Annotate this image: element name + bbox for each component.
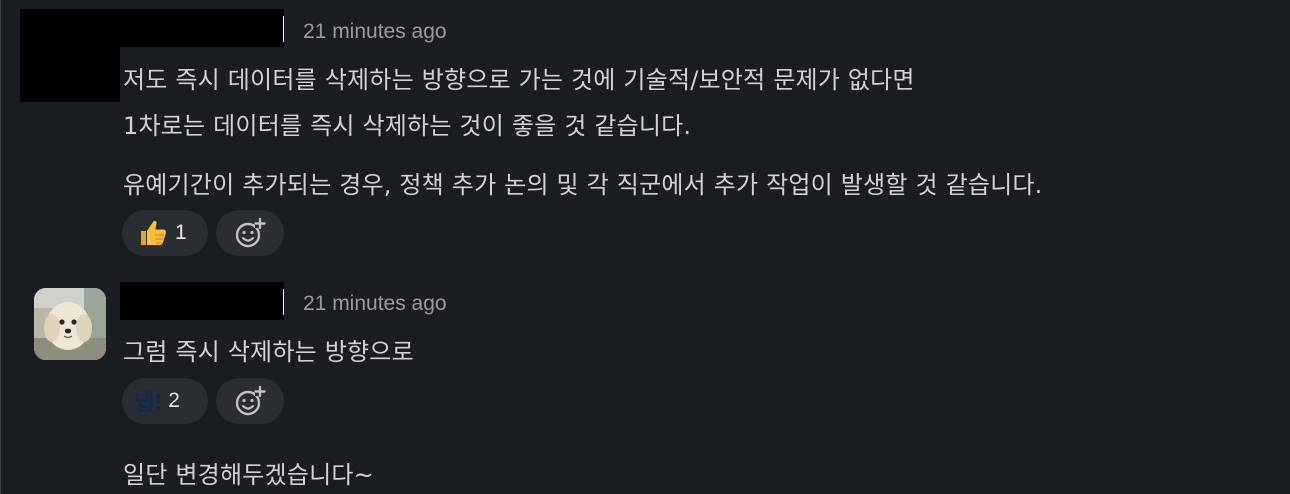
- add-reaction-icon: [233, 384, 267, 418]
- message-1-line-2: 1차로는 데이터를 즉시 삭제하는 것이 좋을 것 같습니다.: [123, 112, 692, 140]
- name-divider: [283, 289, 284, 315]
- name-divider: [283, 16, 284, 42]
- message-2-timestamp[interactable]: 21 minutes ago: [303, 292, 447, 316]
- add-reaction-button[interactable]: [216, 378, 284, 424]
- reaction-count: 2: [168, 389, 180, 412]
- message-1-line-1: 저도 즉시 데이터를 삭제하는 방향으로 가는 것에 기술적/보안적 문제가 없…: [123, 66, 915, 94]
- reaction-nep[interactable]: 넵! 2: [122, 378, 208, 424]
- dog-avatar-icon[interactable]: [34, 288, 106, 360]
- reaction-thumbs-up[interactable]: 1: [122, 210, 208, 256]
- message-3-line-1: 일단 변경해두겠습니다~: [123, 461, 374, 489]
- reaction-count: 1: [175, 221, 187, 244]
- redacted-name: [120, 282, 284, 320]
- message-1-timestamp[interactable]: 21 minutes ago: [303, 20, 447, 44]
- redacted-avatar-and-name: [20, 9, 284, 47]
- add-reaction-button[interactable]: [216, 210, 284, 256]
- window-edge: [0, 0, 1, 494]
- thumbs-up-icon: [137, 217, 169, 249]
- message-2-line-1: 그럼 즉시 삭제하는 방향으로: [123, 338, 414, 366]
- add-reaction-icon: [233, 216, 267, 250]
- message-1-line-3: 유예기간이 추가되는 경우, 정책 추가 논의 및 각 직군에서 추가 작업이 …: [123, 171, 1043, 199]
- redacted-avatar: [20, 47, 120, 102]
- nep-emoji: 넵!: [134, 391, 163, 416]
